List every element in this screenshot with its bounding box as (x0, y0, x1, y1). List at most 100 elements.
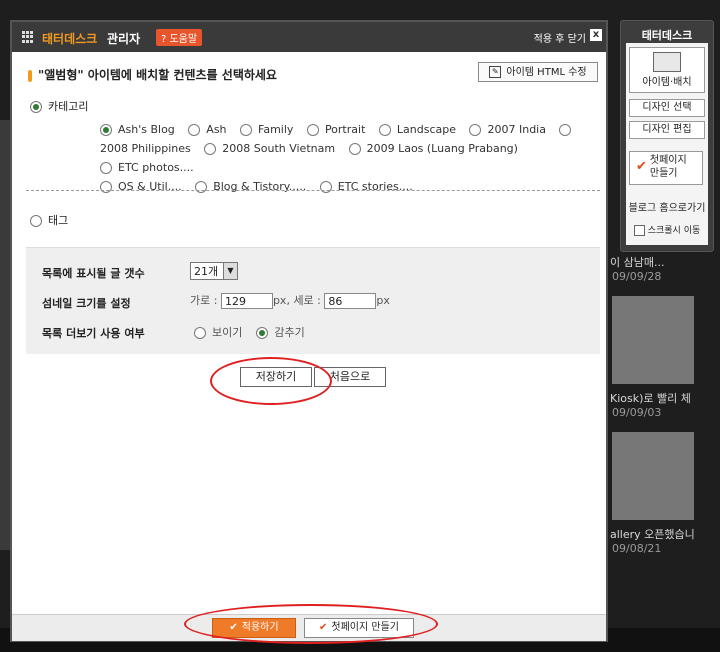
bg-post-title-2: Kiosk)로 빨리 체 (610, 392, 691, 405)
category-option-label: Ash's Blog (118, 123, 175, 136)
category-option-label: Landscape (396, 123, 456, 136)
post-count-value: 21개 (194, 265, 219, 278)
more-list-radios: 보이기 감추기 (194, 324, 305, 340)
more-show-label: 보이기 (212, 326, 243, 339)
bg-post-title-1: 이 삼남매... (610, 256, 665, 269)
radio-icon (378, 124, 391, 136)
category-option-label: 2008 Philippines (100, 142, 191, 155)
item-layout-button[interactable]: 아이템·배치 (629, 47, 705, 93)
category-option-label: OS & Util.... (118, 180, 182, 193)
thumb-height-input[interactable]: 86 (324, 293, 377, 309)
category-option-label: ETC photos.... (118, 161, 194, 174)
checkmark-icon: ✔ (636, 159, 647, 174)
radio-icon (194, 327, 206, 339)
first-page-side-button[interactable]: ✔ 첫페이지 만들기 (629, 151, 703, 185)
more-show-radio[interactable]: 보이기 (194, 326, 242, 339)
tag-label: 태그 (48, 214, 69, 227)
category-label: 카테고리 (48, 100, 89, 113)
apply-close-label[interactable]: 적용 후 닫기 (534, 30, 586, 45)
tatterdesk-panel: 태터데스크 아이템·배치 디자인 선택 디자인 편집 ✔ 첫페이지 만들기 블로… (620, 20, 714, 252)
scroll-move-toggle[interactable]: 스크롤시 이동 (626, 223, 708, 236)
category-option[interactable]: 2007 India (469, 123, 546, 136)
tatterdesk-admin-dialog: 태터데스크 관리자 ? 도움말 적용 후 닫기 x "앨범형" 아이템에 배치할… (10, 20, 608, 644)
radio-icon (100, 124, 112, 136)
more-hide-radio[interactable]: 감추기 (256, 326, 305, 339)
radio-selected-icon (30, 101, 42, 113)
radio-icon (559, 124, 572, 136)
radio-icon (240, 124, 253, 136)
tag-radio[interactable]: 태그 (30, 212, 68, 228)
more-hide-label: 감추기 (274, 326, 305, 339)
chevron-down-icon: ▼ (223, 263, 237, 279)
category-option[interactable]: ETC stories.... (319, 180, 413, 193)
category-option-label: Family (258, 123, 294, 136)
category-option-label: Portrait (324, 123, 366, 136)
bg-post-thumbnail-2 (612, 296, 694, 384)
bg-post-date-3: 09/08/21 (612, 542, 662, 555)
post-count-select[interactable]: 21개 ▼ (190, 262, 238, 280)
category-option-label: Ash (206, 123, 227, 136)
checkbox-icon (633, 225, 645, 236)
first-page-side-line1: 첫페이지 (649, 155, 687, 166)
category-option[interactable]: 2008 South Vietnam (204, 142, 335, 155)
options-panel: 목록에 표시될 글 갯수 21개 ▼ 섬네일 크기를 설정 가로 : 129 px… (26, 247, 600, 354)
bg-post-date-2: 09/09/03 (612, 406, 662, 419)
radio-icon (306, 124, 319, 136)
radio-selected-icon (256, 327, 269, 339)
category-option[interactable]: Ash (188, 123, 227, 136)
radio-icon (100, 162, 112, 174)
title-bullet-icon (28, 69, 32, 82)
dialog-title-suffix: 관리자 (107, 32, 141, 46)
item-html-edit-label: 아이템 HTML 수정 (506, 67, 587, 78)
category-option[interactable]: Portrait (306, 123, 366, 136)
pencil-icon: ✎ (489, 66, 502, 78)
thumbnail-size-inputs: 가로 : 129 px, 세로 : 86 px (190, 292, 390, 309)
category-option[interactable]: 2009 Laos (Luang Prabang) (348, 142, 518, 155)
category-option[interactable]: ETC photos.... (100, 161, 194, 174)
bg-post-date-1: 09/09/28 (612, 270, 662, 283)
design-edit-button[interactable]: 디자인 편집 (629, 121, 705, 139)
highlight-annotation (210, 357, 332, 405)
layout-icon (653, 52, 681, 72)
dialog-header: 태터데스크 관리자 ? 도움말 적용 후 닫기 x (12, 22, 606, 52)
category-option-label: Blog & Tistory..... (213, 180, 307, 193)
thumb-width-label: 가로 : (190, 294, 218, 307)
highlight-annotation (184, 604, 438, 644)
category-option[interactable]: OS & Util.... (100, 180, 182, 193)
category-option[interactable]: Family (240, 123, 293, 136)
category-option[interactable]: 2008 Philippines (100, 142, 191, 155)
category-option-label: 2007 India (487, 123, 546, 136)
section-divider (26, 190, 600, 191)
category-option-label: ETC stories.... (337, 180, 413, 193)
section-title-text: "앨범형" 아이템에 배치할 컨텐츠를 선택하세요 (38, 68, 277, 82)
scroll-move-label: 스크롤시 이동 (647, 226, 701, 236)
item-html-edit-button[interactable]: ✎ 아이템 HTML 수정 (478, 62, 598, 82)
thumb-width-input[interactable]: 129 (220, 293, 273, 309)
category-radio[interactable]: 카테고리 (30, 98, 88, 114)
category-option[interactable]: Blog & Tistory..... (195, 180, 306, 193)
category-option[interactable]: Landscape (378, 123, 456, 136)
category-option-label: 2008 South Vietnam (222, 142, 336, 155)
radio-icon (188, 124, 201, 136)
radio-icon (195, 181, 208, 193)
category-option[interactable]: Ash's Blog (100, 123, 175, 136)
radio-icon (204, 143, 217, 155)
radio-icon (319, 181, 332, 193)
radio-icon (30, 215, 42, 227)
category-option[interactable] (559, 123, 577, 136)
first-page-side-line2: 만들기 (649, 168, 678, 179)
tatterdesk-menu: 아이템·배치 디자인 선택 디자인 편집 ✔ 첫페이지 만들기 블로그 홈으로가… (626, 43, 708, 245)
category-option-label: 2009 Laos (Luang Prabang) (366, 142, 518, 155)
blog-home-link[interactable]: 블로그 홈으로가기 (626, 199, 708, 214)
grid-icon (22, 31, 34, 43)
thumbnail-size-label: 섬네일 크기를 설정 (42, 297, 131, 310)
more-list-label: 목록 더보기 사용 여부 (42, 327, 145, 340)
section-title: "앨범형" 아이템에 배치할 컨텐츠를 선택하세요 (28, 66, 277, 83)
thumb-unit2-label: px (376, 294, 390, 307)
close-icon[interactable]: x (590, 29, 602, 41)
bg-post-title-3: allery 오픈했습니 (610, 528, 695, 541)
help-button[interactable]: ? 도움말 (156, 29, 203, 46)
item-layout-label: 아이템·배치 (642, 77, 692, 88)
design-select-button[interactable]: 디자인 선택 (629, 99, 705, 117)
category-list: Ash's Blog Ash Family Portrait Landscape… (100, 120, 600, 196)
